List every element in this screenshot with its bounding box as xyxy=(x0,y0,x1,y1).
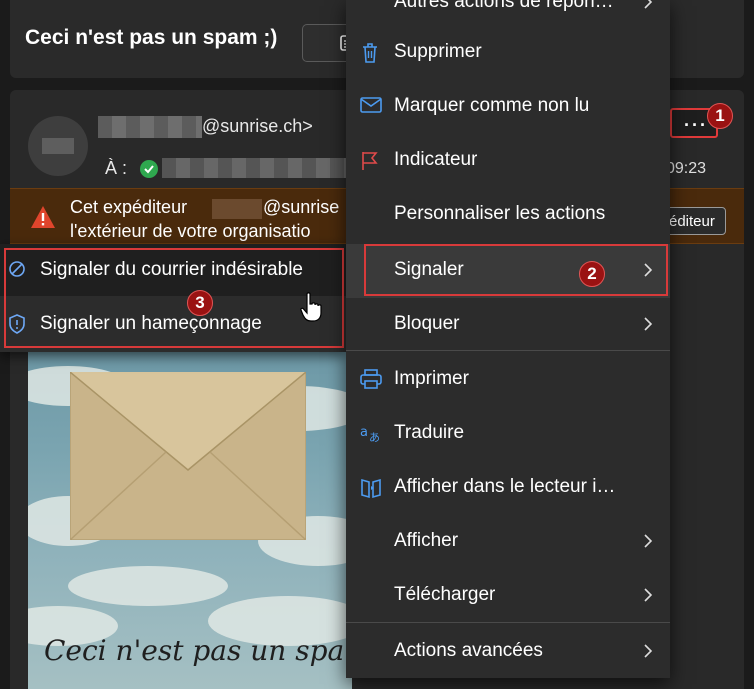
menu-item-report[interactable]: Signaler xyxy=(346,244,670,298)
sender-name-redacted xyxy=(98,116,202,138)
report-junk-label: Signaler du courrier indésirable xyxy=(40,259,303,280)
chevron-right-icon xyxy=(644,0,653,9)
warning-action-button[interactable]: éditeur xyxy=(662,207,726,235)
annotation-badge-2: 2 xyxy=(579,261,605,287)
menu-item-block[interactable]: Bloquer xyxy=(346,298,670,352)
menu-item-mark-unread[interactable]: Marquer comme non lu xyxy=(346,80,670,134)
menu-item-view[interactable]: Afficher xyxy=(346,515,670,569)
menu-item-label: Marquer comme non lu xyxy=(394,95,590,116)
menu-item-label: Supprimer xyxy=(394,41,482,62)
warning-icon xyxy=(31,206,55,228)
chevron-right-icon xyxy=(644,534,653,548)
presence-check-icon xyxy=(140,160,158,178)
menu-item-customize-actions[interactable]: Personnaliser les actions xyxy=(346,188,670,242)
menu-item-label: Signaler xyxy=(394,259,464,280)
chevron-right-icon xyxy=(644,317,653,331)
chevron-right-icon xyxy=(644,588,653,602)
menu-item-advanced-actions[interactable]: Actions avancées xyxy=(346,625,670,679)
more-actions-menu: Autres actions de répon… Supprimer Marqu… xyxy=(346,0,670,678)
report-submenu: Signaler du courrier indésirable Signale… xyxy=(0,244,346,352)
warning-text-line1: Cet expéditeur xyxy=(70,197,188,217)
to-label: À : xyxy=(105,158,128,178)
annotation-badge-3: 3 xyxy=(187,290,213,316)
menu-separator xyxy=(346,350,670,351)
menu-item-print[interactable]: Imprimer xyxy=(346,353,670,407)
chevron-right-icon xyxy=(644,263,653,277)
more-actions-label: ··· xyxy=(684,115,708,135)
menu-item-label: Afficher xyxy=(394,530,459,551)
report-junk-item[interactable]: Signaler du courrier indésirable xyxy=(0,244,346,296)
report-phishing-label: Signaler un hameçonnage xyxy=(40,313,262,334)
chevron-right-icon xyxy=(644,644,653,658)
menu-item-flag[interactable]: Indicateur xyxy=(346,134,670,188)
menu-item-label: Imprimer xyxy=(394,368,469,389)
envelope-illustration xyxy=(70,372,306,540)
menu-item-label: Traduire xyxy=(394,422,465,443)
menu-item-delete[interactable]: Supprimer xyxy=(346,26,670,80)
email-time: 09:23 xyxy=(666,160,707,177)
menu-item-label: Afficher dans le lecteur i… xyxy=(394,476,616,497)
menu-separator xyxy=(346,622,670,623)
warning-redacted xyxy=(212,199,262,219)
hand-cursor-icon xyxy=(300,292,322,322)
sender-domain: @sunrise.ch> xyxy=(202,116,313,136)
translate-icon: a あ xyxy=(360,425,380,443)
warning-text-line2: l'extérieur de votre organisatio xyxy=(70,221,311,241)
avatar xyxy=(28,116,88,176)
menu-item-label: Actions avancées xyxy=(394,640,543,661)
recipient-redacted xyxy=(162,158,352,178)
image-caption: Ceci n'est pas un spam xyxy=(44,634,352,667)
menu-item-translate[interactable]: a あ Traduire xyxy=(346,407,670,461)
annotation-badge-1: 1 xyxy=(707,103,733,129)
flag-icon xyxy=(362,152,378,170)
printer-icon xyxy=(360,369,382,389)
menu-item-label: Autres actions de répon… xyxy=(394,0,614,12)
menu-item-label: Télécharger xyxy=(394,584,496,605)
shield-icon xyxy=(9,314,25,334)
subject-title: Ceci n'est pas un spam ;) xyxy=(25,26,278,49)
menu-item-label: Indicateur xyxy=(394,149,478,170)
menu-item-download[interactable]: Télécharger xyxy=(346,569,670,623)
menu-item-label: Bloquer xyxy=(394,313,460,334)
svg-text:a: a xyxy=(360,425,368,440)
trash-icon xyxy=(363,43,377,63)
menu-item-immersive-reader[interactable]: Afficher dans le lecteur i… xyxy=(346,461,670,515)
menu-item-label: Personnaliser les actions xyxy=(394,203,606,224)
envelope-icon xyxy=(360,97,382,113)
svg-text:あ: あ xyxy=(369,431,380,443)
email-image: Ceci n'est pas un spam xyxy=(28,346,352,689)
report-phishing-item[interactable]: Signaler un hameçonnage xyxy=(0,298,346,350)
block-icon xyxy=(9,261,25,277)
warning-domain: @sunrise xyxy=(263,197,340,217)
immersive-reader-icon xyxy=(361,478,381,499)
